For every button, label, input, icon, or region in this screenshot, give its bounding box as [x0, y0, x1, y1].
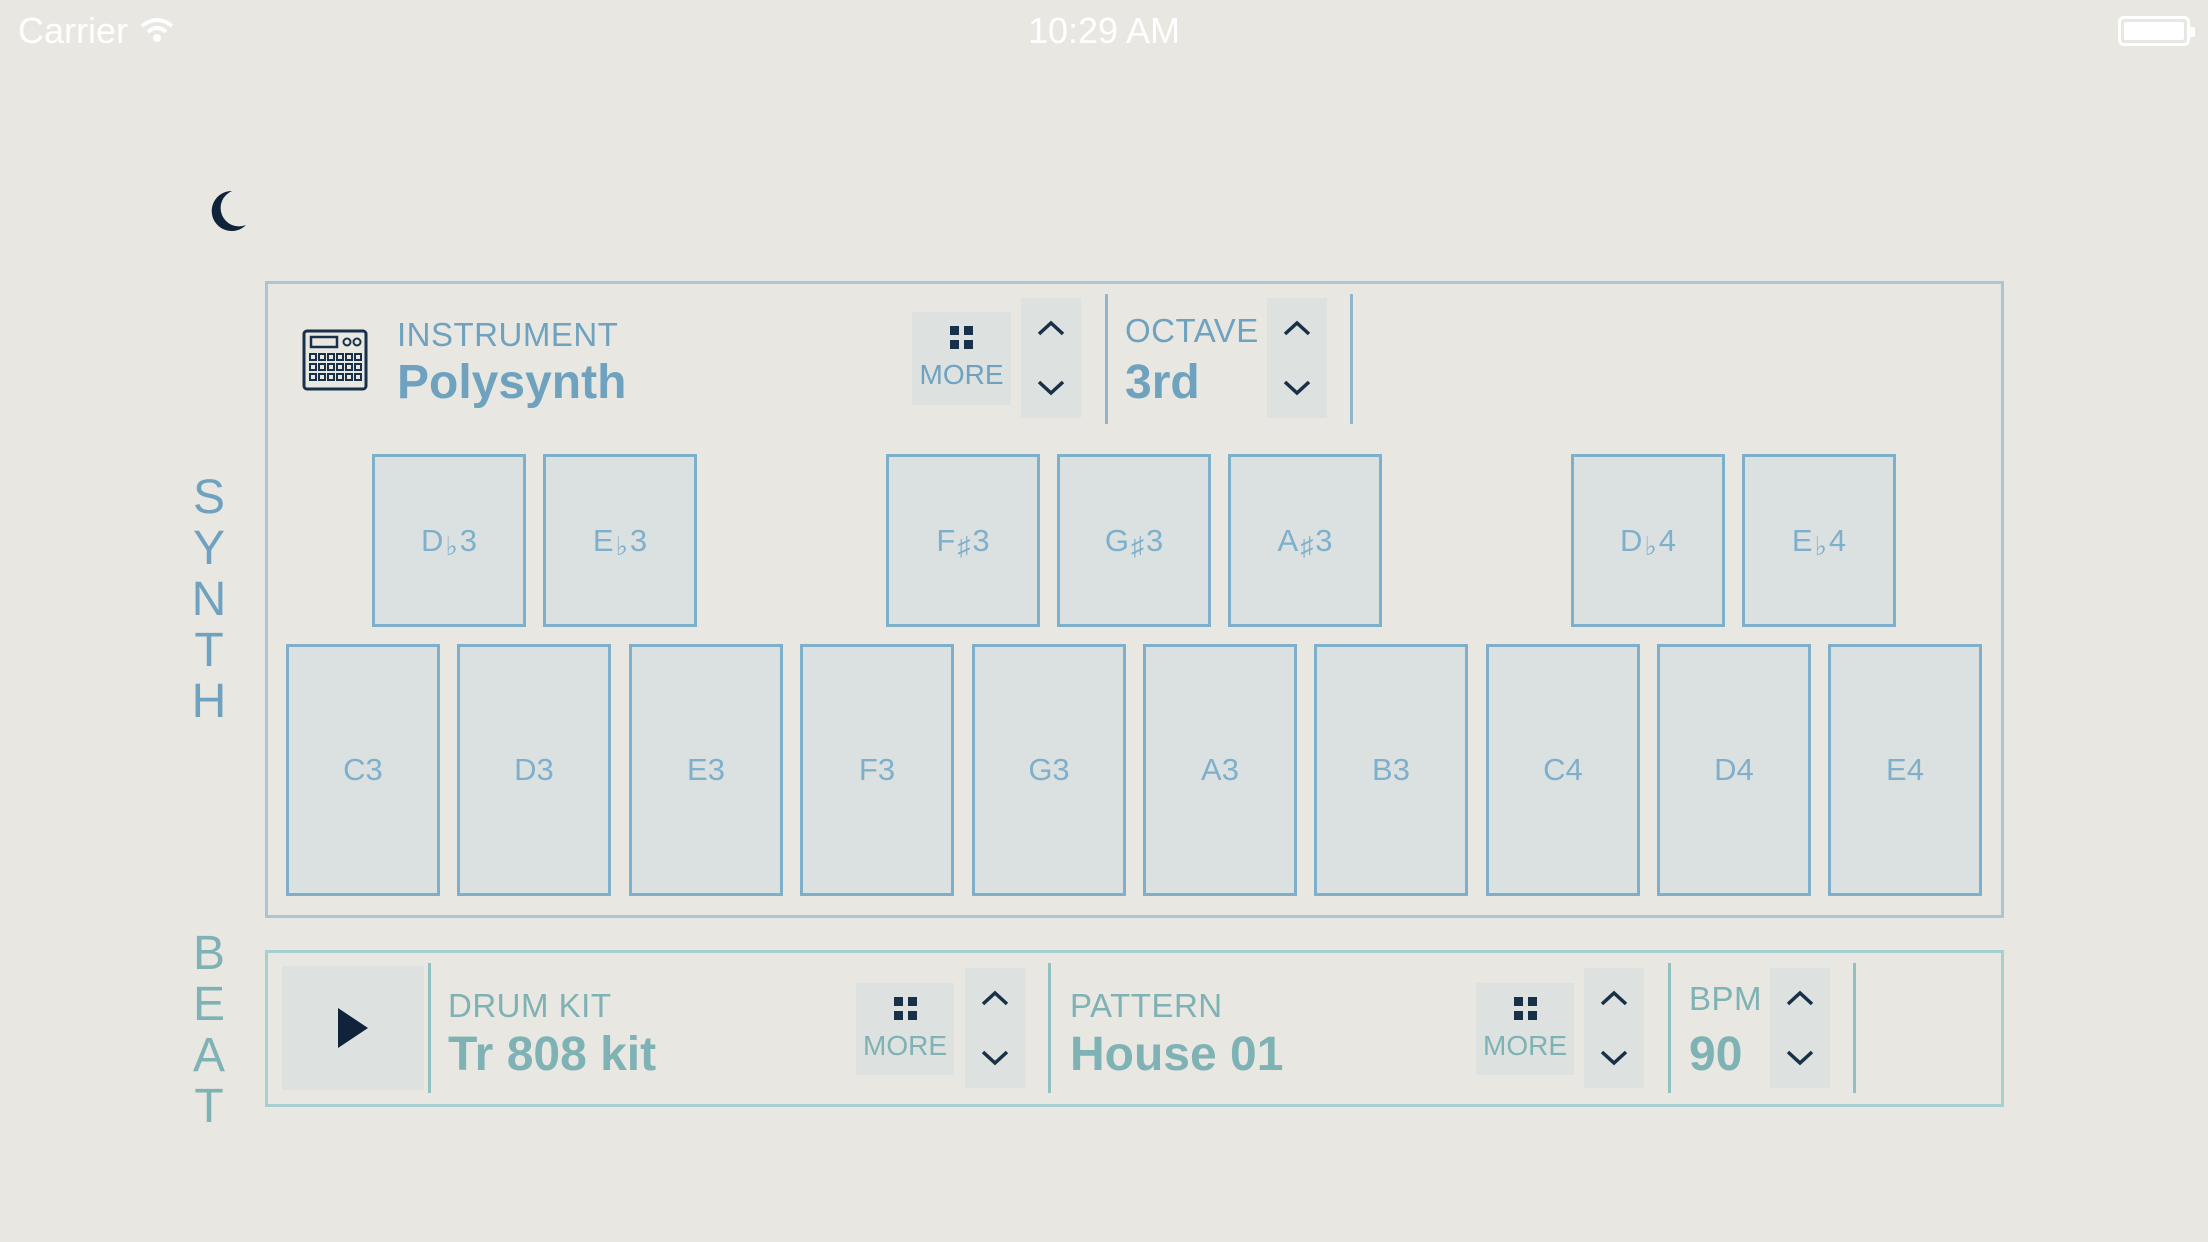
more-label: MORE: [919, 359, 1004, 390]
instrument-label: INSTRUMENT: [397, 316, 619, 353]
pattern-stepper: [1584, 968, 1644, 1088]
drum-kit-stepper: [965, 968, 1025, 1088]
key-db4[interactable]: D ♭ 4: [1571, 454, 1725, 627]
drum-kit-value: Tr 808 kit: [448, 1028, 657, 1081]
pattern-more-button[interactable]: MORE: [1476, 983, 1574, 1075]
octave-label: OCTAVE: [1125, 312, 1259, 349]
key-gs3[interactable]: G ♯ 3: [1057, 454, 1211, 627]
key-b3[interactable]: B3: [1314, 644, 1468, 896]
pattern-value: House 01: [1070, 1028, 1284, 1081]
drum-kit-more-button[interactable]: MORE: [856, 983, 954, 1075]
drum-machine-icon: [302, 329, 368, 391]
key-g3[interactable]: G3: [972, 644, 1126, 896]
moon-icon[interactable]: [206, 188, 248, 234]
key-eb3[interactable]: E ♭ 3: [543, 454, 697, 627]
status-time: 10:29 AM: [1027, 10, 1181, 51]
synth-section-label: S Y N T H: [191, 471, 227, 728]
key-f3[interactable]: F3: [800, 644, 954, 896]
chevron-down-icon[interactable]: [980, 1043, 1010, 1073]
key-as3[interactable]: A ♯ 3: [1228, 454, 1382, 627]
pattern-label: PATTERN: [1070, 987, 1223, 1024]
beat-section-label: B E A T: [192, 927, 225, 1133]
octave-stepper: [1267, 298, 1327, 418]
chevron-up-icon[interactable]: [980, 983, 1010, 1013]
key-a3[interactable]: A3: [1143, 644, 1297, 896]
grid-icon: [893, 996, 917, 1020]
chevron-down-icon[interactable]: [1036, 373, 1066, 403]
play-icon: [338, 1008, 368, 1048]
chevron-up-icon[interactable]: [1785, 983, 1815, 1013]
divider: [1350, 294, 1353, 424]
bpm-value: 90: [1689, 1028, 1743, 1081]
more-label: MORE: [863, 1029, 947, 1061]
octave-value: 3rd: [1125, 356, 1200, 409]
chevron-down-icon[interactable]: [1599, 1043, 1629, 1073]
chevron-up-icon[interactable]: [1599, 983, 1629, 1013]
more-label: MORE: [1483, 1029, 1567, 1061]
divider: [428, 963, 431, 1093]
play-button[interactable]: [282, 966, 424, 1090]
bpm-stepper: [1770, 968, 1830, 1088]
chevron-up-icon[interactable]: [1282, 313, 1312, 343]
key-d4[interactable]: D4: [1657, 644, 1811, 896]
divider: [1668, 963, 1671, 1093]
battery-icon: [2118, 16, 2195, 46]
drum-kit-label: DRUM KIT: [448, 987, 612, 1024]
key-d3[interactable]: D3: [457, 644, 611, 896]
grid-icon: [1513, 996, 1537, 1020]
chevron-down-icon[interactable]: [1282, 373, 1312, 403]
key-c3[interactable]: C3: [286, 644, 440, 896]
key-db3[interactable]: D ♭ 3: [372, 454, 526, 627]
instrument-value: Polysynth: [397, 356, 627, 409]
bpm-label: BPM: [1689, 980, 1763, 1017]
key-e3[interactable]: E3: [629, 644, 783, 896]
key-eb4[interactable]: E ♭ 4: [1742, 454, 1896, 627]
key-c4[interactable]: C4: [1486, 644, 1640, 896]
divider: [1853, 963, 1856, 1093]
grid-icon: [950, 326, 973, 349]
divider: [1105, 294, 1108, 424]
chevron-down-icon[interactable]: [1785, 1043, 1815, 1073]
divider: [1048, 963, 1051, 1093]
instrument-stepper: [1021, 298, 1081, 418]
instrument-more-button[interactable]: MORE: [912, 312, 1011, 405]
key-fs3[interactable]: F ♯ 3: [886, 454, 1040, 627]
key-e4[interactable]: E4: [1828, 644, 1982, 896]
chevron-up-icon[interactable]: [1036, 313, 1066, 343]
